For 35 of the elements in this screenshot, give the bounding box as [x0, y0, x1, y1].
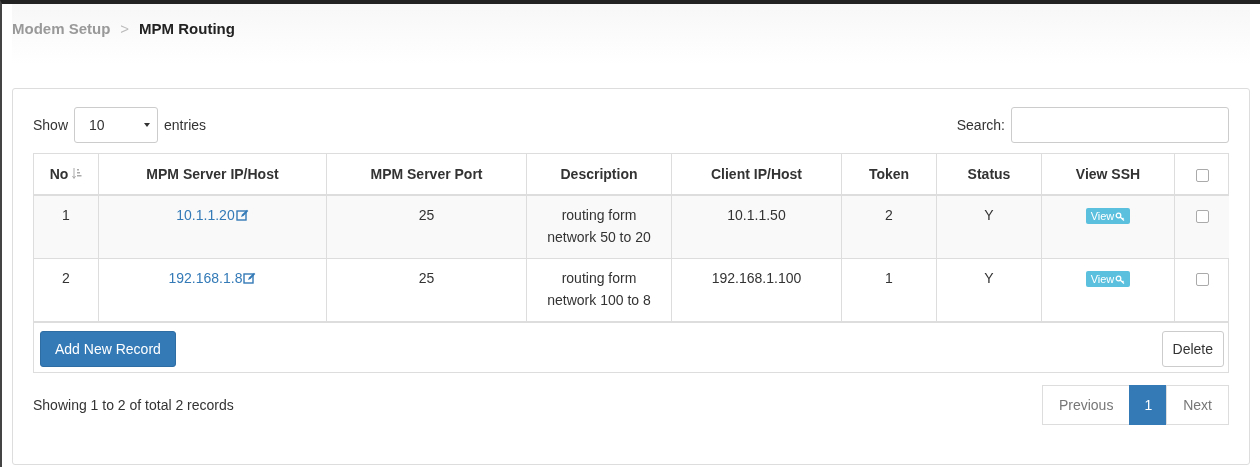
next-button[interactable]: Next: [1166, 385, 1229, 425]
table-cell: 1: [34, 195, 99, 259]
search-icon: [1115, 211, 1126, 221]
table-cell: Y: [936, 258, 1042, 322]
delete-button[interactable]: Delete: [1161, 331, 1224, 367]
search-icon: [1115, 274, 1126, 284]
search-field[interactable]: [1011, 107, 1229, 143]
edit-icon[interactable]: [243, 272, 257, 284]
table-cell: 25: [326, 258, 527, 322]
add-record-button[interactable]: Add New Record: [40, 331, 176, 367]
records-info: Showing 1 to 2 of total 2 records: [33, 397, 234, 413]
table-cell: 2: [841, 195, 937, 259]
sort-icon[interactable]: [72, 167, 83, 180]
select-all-checkbox[interactable]: [1195, 168, 1209, 182]
table-cell: 25: [326, 195, 527, 259]
show-label: Show: [33, 117, 69, 133]
breadcrumb-current: MPM Routing: [139, 20, 235, 39]
entries-select[interactable]: 10: [74, 107, 159, 143]
server-link[interactable]: 192.168.1.8: [168, 270, 243, 286]
table-cell: 10.1.1.50: [671, 195, 842, 259]
page-button[interactable]: 1: [1129, 385, 1168, 425]
table-cell: Y: [936, 195, 1042, 259]
previous-button[interactable]: Previous: [1041, 385, 1131, 425]
server-link[interactable]: 10.1.1.20: [176, 207, 235, 223]
entries-label: entries: [164, 117, 207, 133]
row-checkbox[interactable]: [1195, 209, 1209, 223]
breadcrumb-separator: >: [120, 20, 130, 39]
table-cell: 192.168.1.100: [671, 258, 842, 322]
row-checkbox[interactable]: [1195, 272, 1209, 286]
search-label: Search:: [956, 117, 1005, 133]
table-cell: 1: [841, 258, 937, 322]
table-cell: routing form network 100 to 8: [526, 258, 672, 322]
table-cell: routing form network 50 to 20: [526, 195, 672, 259]
table-cell: 2: [34, 258, 99, 322]
edit-icon[interactable]: [235, 209, 249, 221]
